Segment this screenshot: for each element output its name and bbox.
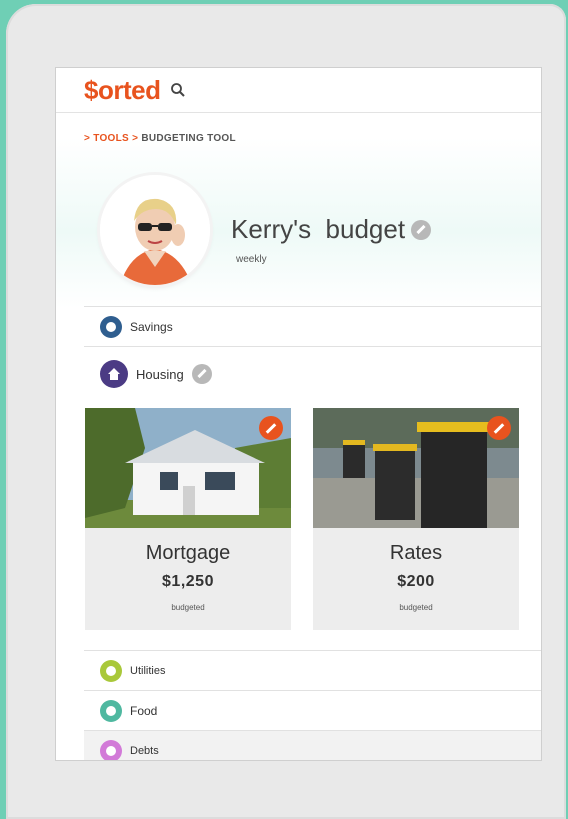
expense-card-rates[interactable]: Rates $200 budgeted <box>313 408 519 630</box>
category-label: Food <box>130 704 158 718</box>
category-row-savings[interactable]: Savings <box>84 306 541 347</box>
breadcrumb-separator: > <box>132 133 139 144</box>
piggy-bank-icon <box>100 316 122 338</box>
house-icon <box>100 360 128 388</box>
edit-pencil-icon[interactable] <box>191 364 212 384</box>
category-row-debts[interactable]: Debts <box>84 730 541 760</box>
tablet-frame: $orted > TOOLS > BUDGETING TOOL Kerry's … <box>6 4 566 819</box>
top-bar: $orted <box>56 68 541 113</box>
budget-title: Kerry's budget <box>231 214 432 245</box>
category-row-utilities[interactable]: Utilities <box>84 650 541 691</box>
card-amount: $200 <box>397 573 435 590</box>
category-label: Savings <box>130 320 173 334</box>
sorted-logo[interactable]: $orted <box>84 75 161 106</box>
card-amount: $1,250 <box>162 573 214 590</box>
food-icon <box>100 700 122 722</box>
utilities-icon <box>100 660 122 682</box>
expense-card-mortgage[interactable]: Mortgage $1,250 budgeted <box>85 408 291 630</box>
category-row-food[interactable]: Food <box>84 690 541 731</box>
breadcrumb: > TOOLS > BUDGETING TOOL <box>56 113 541 144</box>
budget-title-text: Kerry's budget <box>231 214 406 244</box>
breadcrumb-tools-link[interactable]: TOOLS <box>93 133 129 144</box>
category-label: Utilities <box>130 665 166 677</box>
edit-badge-icon[interactable] <box>487 416 511 440</box>
app-screen: $orted > TOOLS > BUDGETING TOOL Kerry's … <box>55 67 542 761</box>
debts-icon <box>100 740 122 760</box>
house-photo <box>85 408 291 528</box>
category-label: Housing <box>136 366 184 382</box>
category-label: Debts <box>130 745 159 757</box>
wheelie-bins-photo <box>313 408 519 528</box>
card-status: budgeted <box>399 603 433 612</box>
breadcrumb-current: BUDGETING TOOL <box>141 133 236 144</box>
search-icon[interactable] <box>170 82 186 98</box>
edit-badge-icon[interactable] <box>259 416 283 440</box>
card-title: Mortgage <box>145 542 231 564</box>
budget-period: weekly <box>236 254 267 265</box>
edit-pencil-icon[interactable] <box>411 219 432 240</box>
card-status: budgeted <box>171 603 205 612</box>
category-row-housing[interactable]: Housing <box>84 346 541 401</box>
breadcrumb-separator: > <box>84 133 91 144</box>
card-title: Rates <box>389 542 443 564</box>
avatar <box>100 175 210 285</box>
